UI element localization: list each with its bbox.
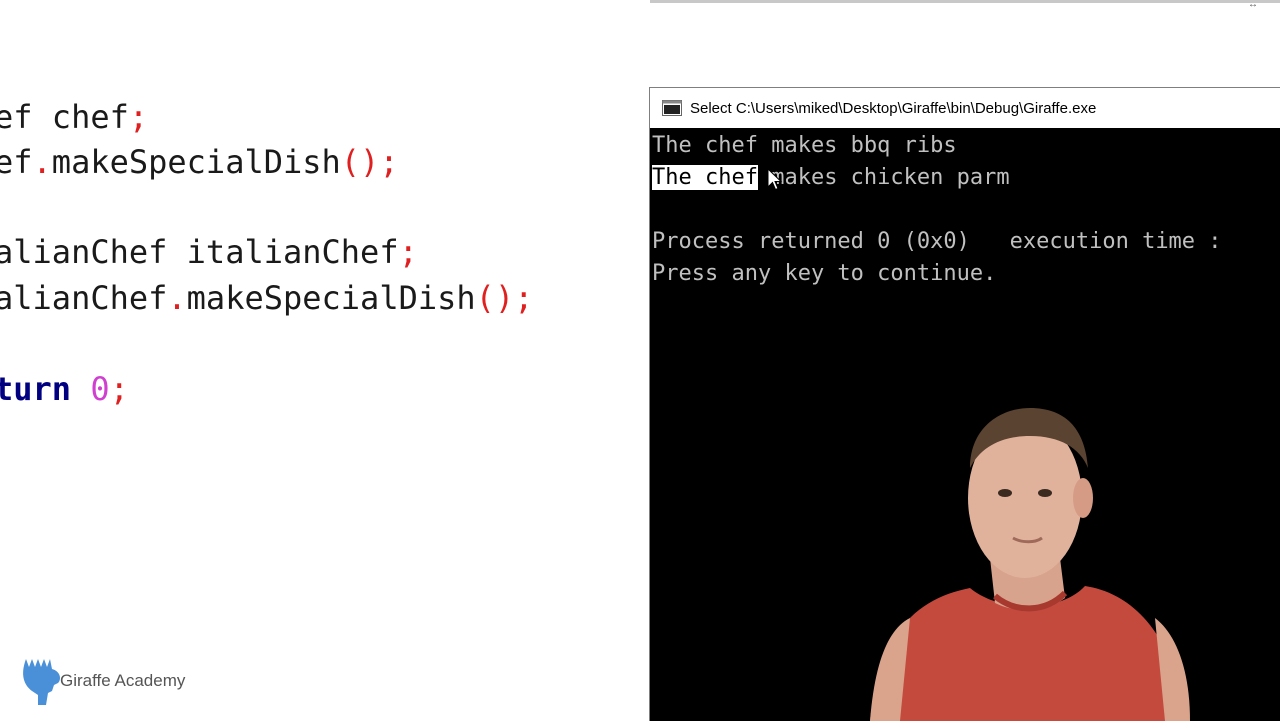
console-title: Select C:\Users\miked\Desktop\Giraffe\bi… <box>690 99 1097 117</box>
console-line: Process returned 0 (0x0) execution time … <box>652 229 1222 254</box>
resize-icon[interactable]: ↔ <box>1248 0 1258 10</box>
console-line: The chef makes bbq ribs <box>652 133 957 158</box>
console-titlebar[interactable]: Select C:\Users\miked\Desktop\Giraffe\bi… <box>650 88 1280 128</box>
code-line: alianChef.makeSpecialDish(); <box>0 278 533 318</box>
mouse-cursor-icon <box>767 168 783 191</box>
code-token: (); <box>475 279 534 317</box>
presenter-webcam <box>870 408 1190 721</box>
code-token: ef <box>0 143 33 181</box>
giraffe-logo-icon <box>23 659 60 705</box>
console-output[interactable]: The chef makes bbq ribs The chef makes c… <box>650 128 1280 721</box>
code-token: ; <box>128 98 149 136</box>
code-token: makeSpecialDish <box>51 143 341 181</box>
code-token: alianChef italianChef <box>0 233 399 271</box>
console-text: makes chicken parm <box>757 165 1010 190</box>
code-token: 0 <box>90 370 110 408</box>
code-token: . <box>167 279 187 317</box>
code-token: makeSpecialDish <box>186 279 476 317</box>
console-app-icon <box>662 100 682 116</box>
console-window[interactable]: Select C:\Users\miked\Desktop\Giraffe\bi… <box>649 87 1280 721</box>
code-token: (); <box>340 143 399 181</box>
code-token: alianChef <box>0 279 168 317</box>
code-token: ef chef <box>0 98 129 136</box>
code-line: alianChef italianChef; <box>0 232 418 272</box>
code-line: ef.makeSpecialDish(); <box>0 142 399 182</box>
selected-text: The chef <box>652 165 758 190</box>
code-line: ef chef; <box>0 97 148 137</box>
console-line: The chef makes chicken parm <box>652 162 1010 194</box>
code-editor[interactable]: ef chef; ef.makeSpecialDish(); alianChef… <box>0 0 650 720</box>
console-line: Press any key to continue. <box>652 261 997 286</box>
code-token: ; <box>398 233 418 271</box>
code-line: turn 0; <box>0 369 129 409</box>
code-token: ; <box>109 370 129 408</box>
giraffe-academy-logo: Giraffe Academy <box>14 655 185 707</box>
brand-label: Giraffe Academy <box>60 671 186 690</box>
code-token: turn <box>0 370 72 408</box>
code-token: . <box>32 143 52 181</box>
